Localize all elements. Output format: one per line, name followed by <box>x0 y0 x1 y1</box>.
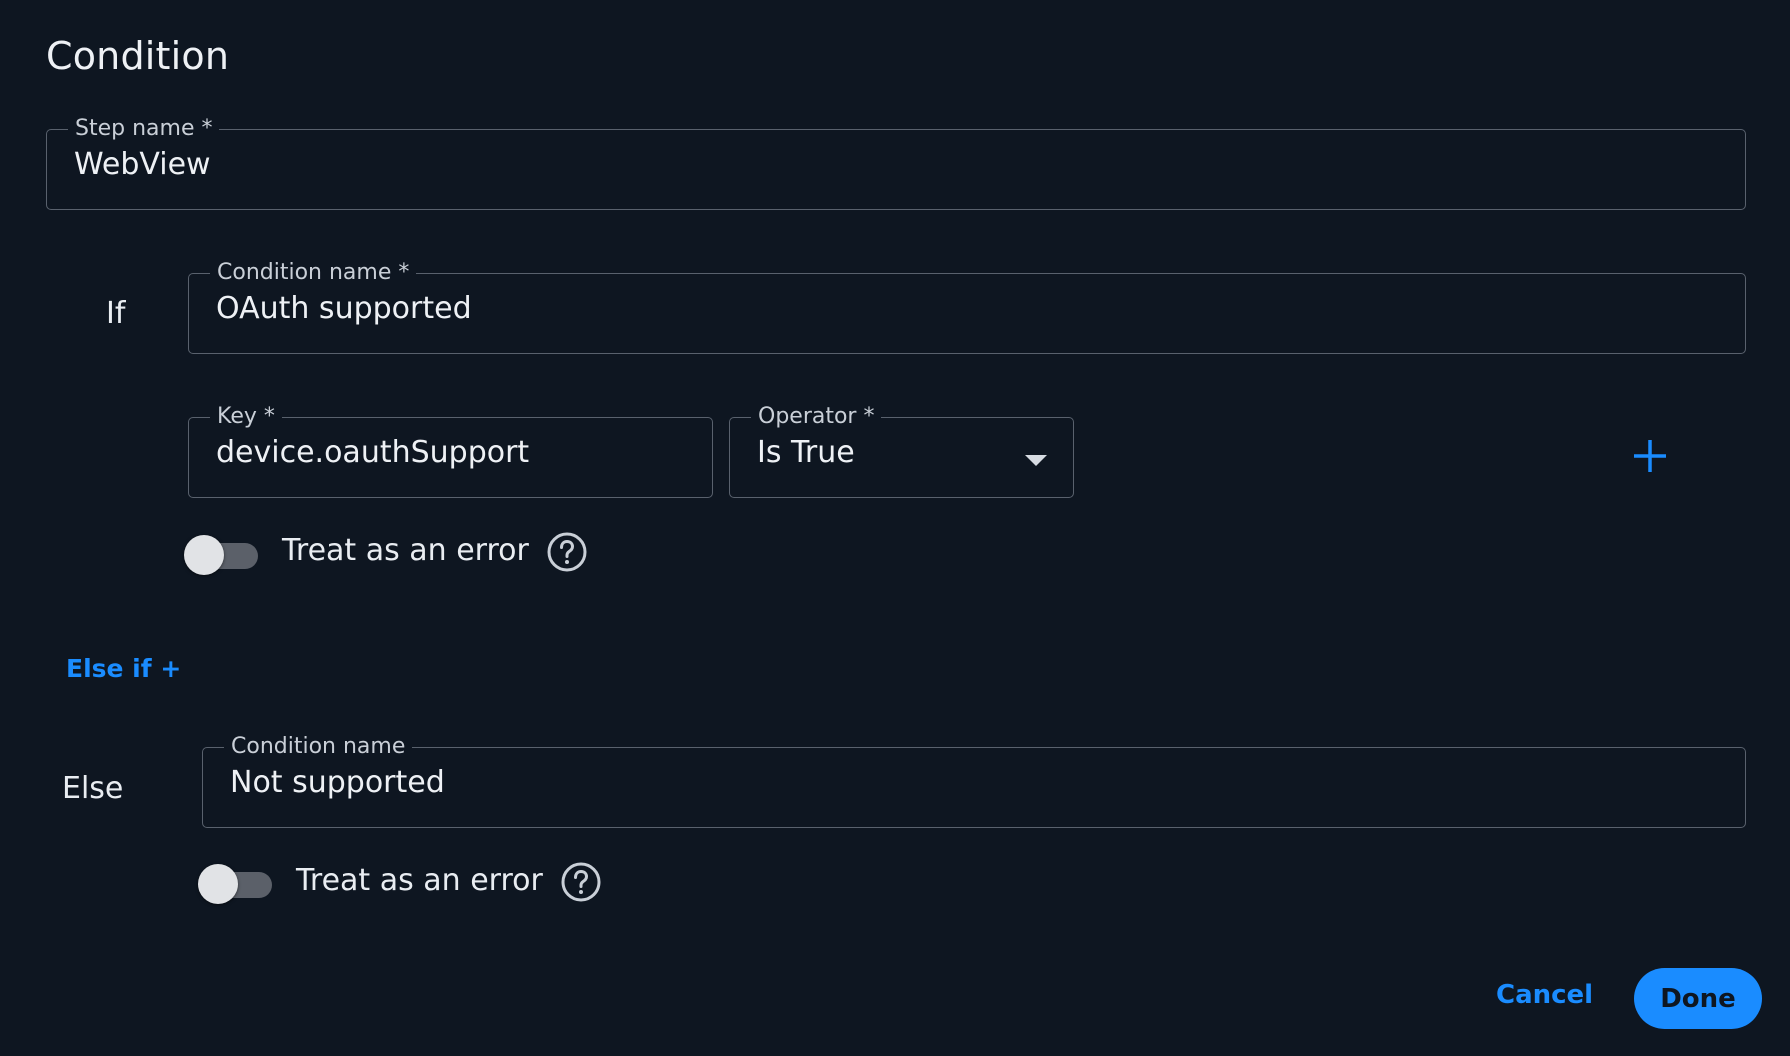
key-field[interactable]: Key * device.oauthSupport <box>188 405 713 498</box>
if-condition-name-label: Condition name * <box>217 260 410 285</box>
step-name-label: Step name * <box>75 116 213 141</box>
else-label: Else <box>62 771 124 806</box>
else-treat-as-error-label: Treat as an error <box>296 863 543 898</box>
else-treat-as-error-toggle[interactable] <box>198 862 274 904</box>
page-title: Condition <box>46 34 230 78</box>
caret-down-icon[interactable] <box>1025 455 1047 466</box>
operator-select[interactable]: Operator * Is True <box>729 405 1074 498</box>
operator-value: Is True <box>757 435 855 470</box>
else-condition-name-field[interactable]: Condition name Not supported <box>202 735 1746 828</box>
key-value: device.oauthSupport <box>216 435 530 470</box>
if-label: If <box>106 296 126 331</box>
cancel-button[interactable]: Cancel <box>1496 980 1593 1010</box>
if-treat-as-error-toggle[interactable] <box>184 533 260 575</box>
if-condition-name-value: OAuth supported <box>216 291 472 326</box>
toggle-thumb <box>198 864 238 904</box>
else-condition-name-label: Condition name <box>231 734 406 759</box>
plus-icon[interactable] <box>1631 437 1669 475</box>
key-label: Key * <box>217 404 275 429</box>
toggle-thumb <box>184 535 224 575</box>
if-condition-name-field[interactable]: Condition name * OAuth supported <box>188 261 1746 354</box>
step-name-field[interactable]: Step name * WebView <box>46 117 1746 210</box>
else-condition-name-value: Not supported <box>230 765 445 800</box>
else-if-add-link[interactable]: Else if + <box>66 654 181 683</box>
step-name-value: WebView <box>74 147 211 182</box>
question-circle-icon[interactable] <box>547 532 587 572</box>
operator-label: Operator * <box>758 404 875 429</box>
done-button[interactable]: Done <box>1634 968 1762 1029</box>
question-circle-icon[interactable] <box>561 862 601 902</box>
if-treat-as-error-label: Treat as an error <box>282 533 529 568</box>
